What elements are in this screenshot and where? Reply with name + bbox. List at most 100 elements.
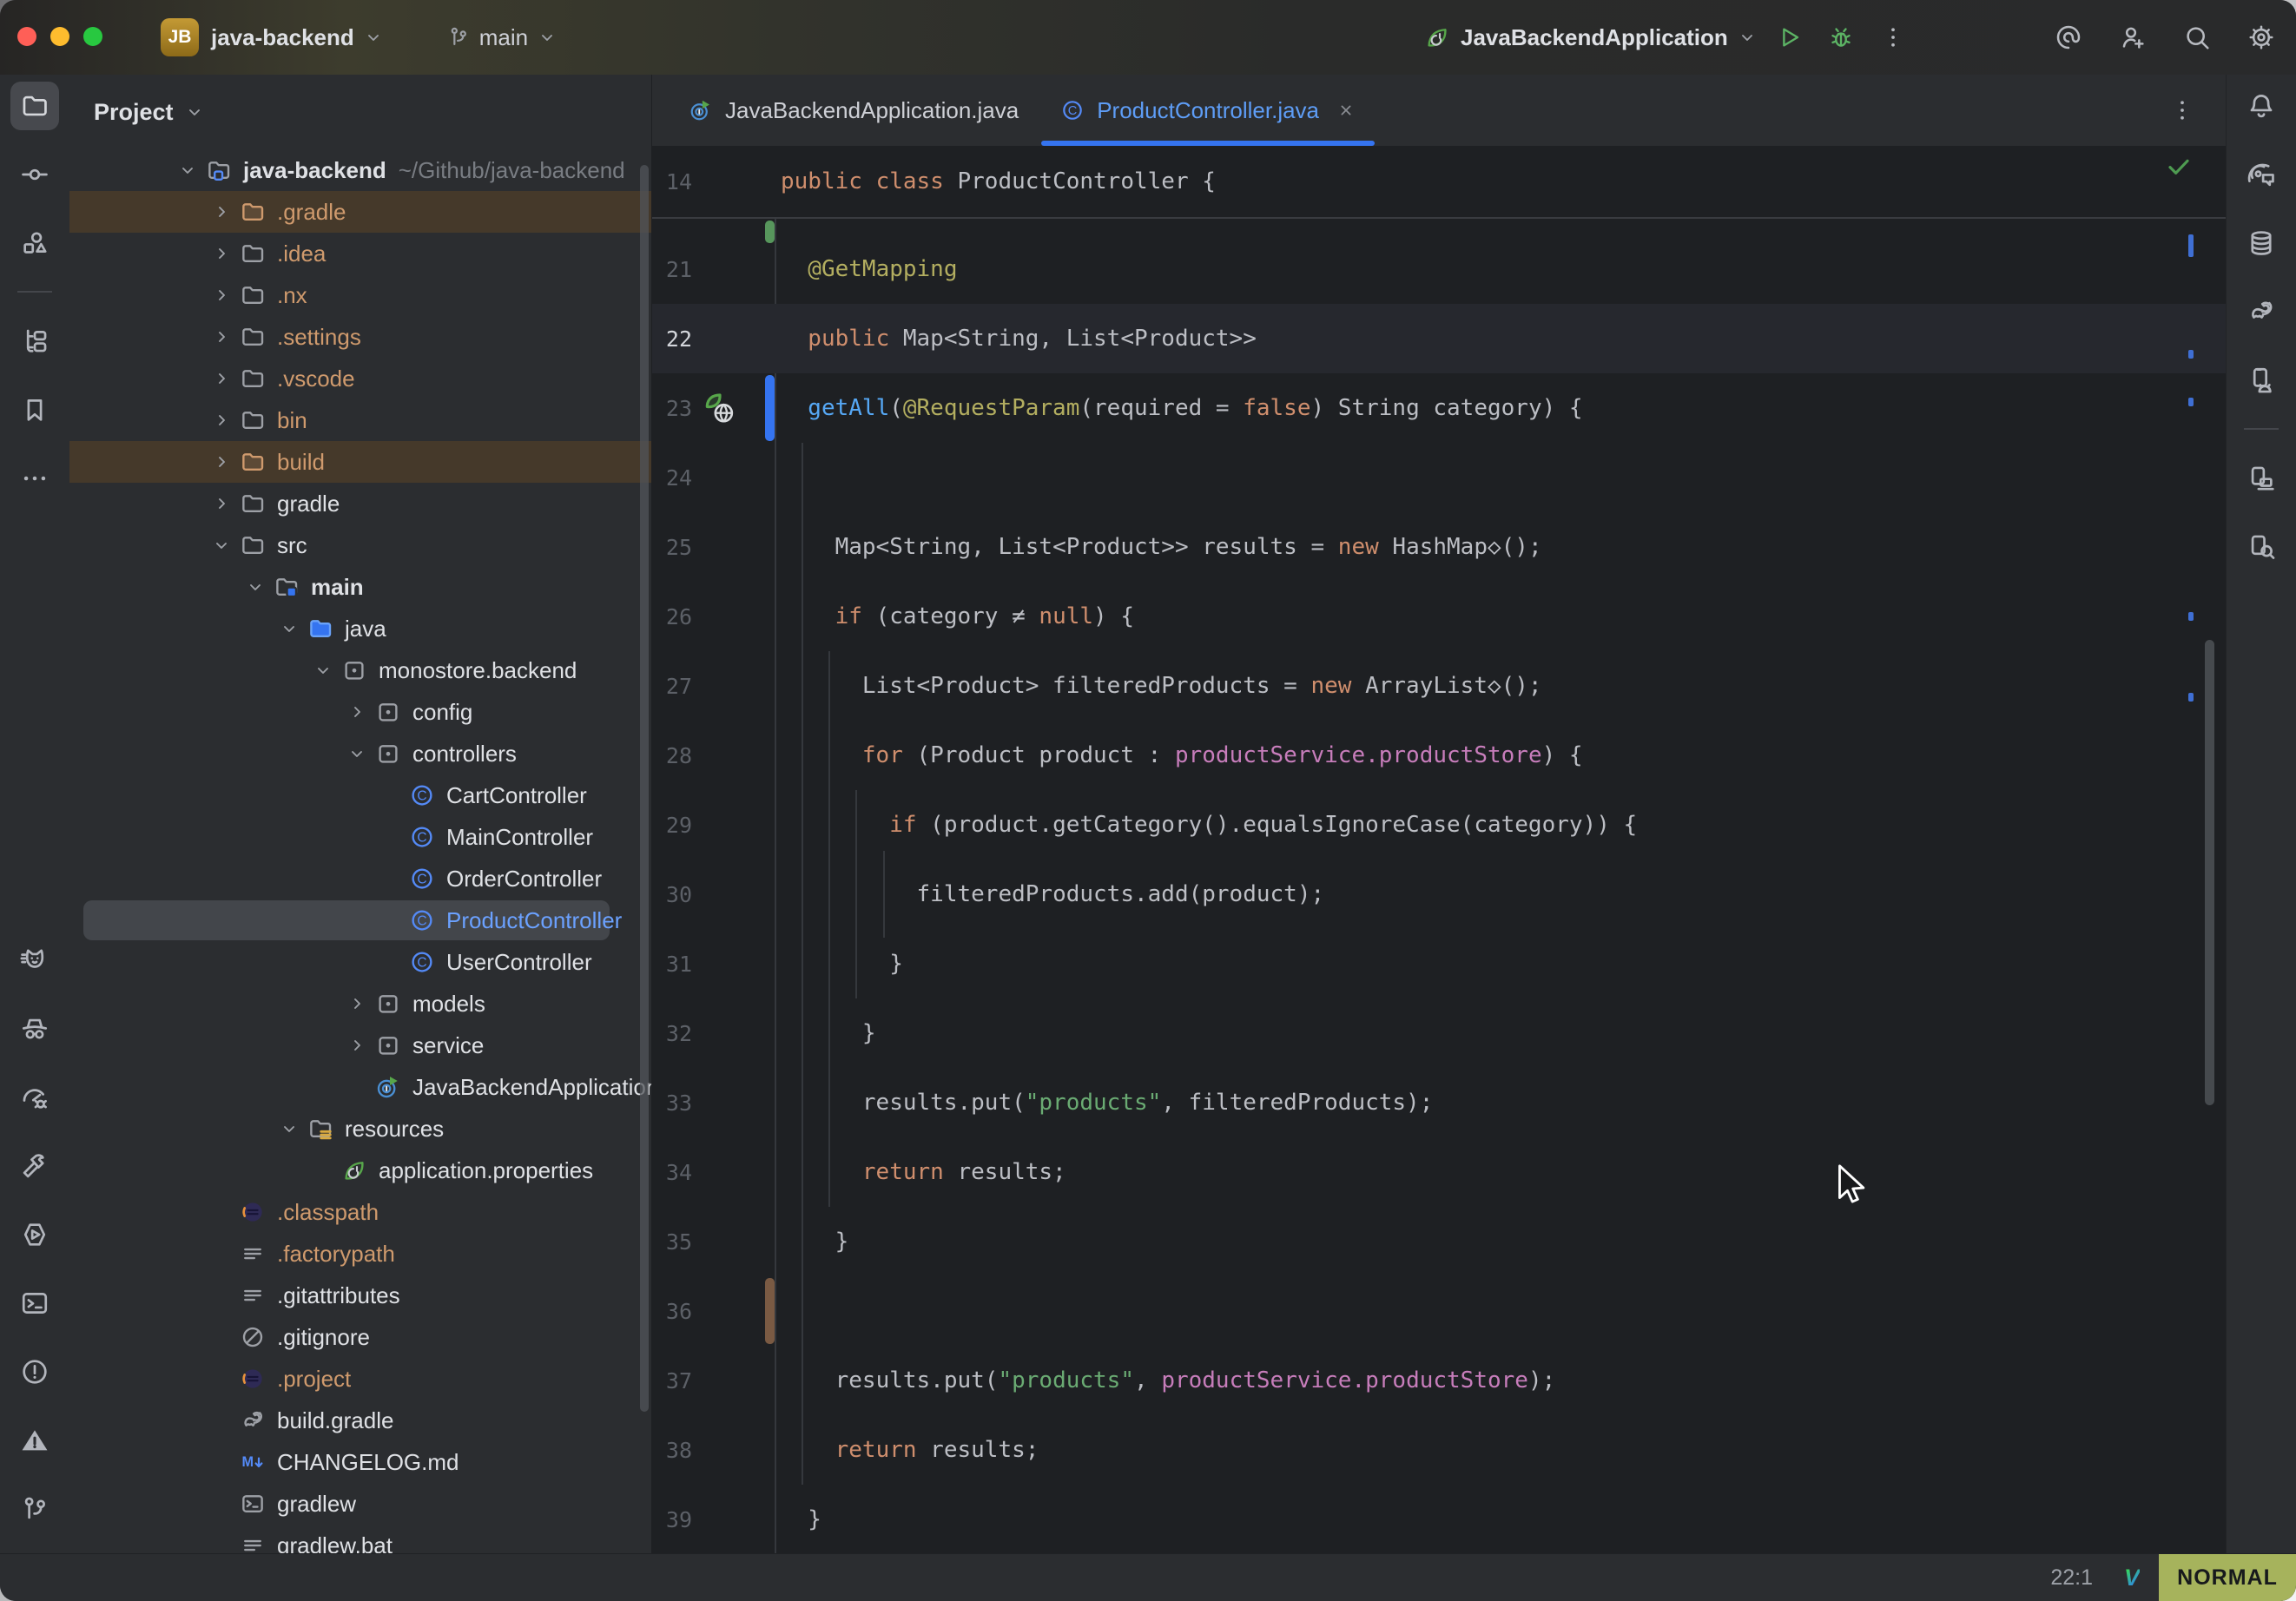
code-line-25[interactable]: 25Map<String, List<Product>> results = n… <box>652 512 2226 582</box>
chevron-right-icon[interactable] <box>208 281 235 309</box>
tree-item-CartController[interactable]: CCartController <box>69 774 651 816</box>
tree-item-models[interactable]: models <box>69 983 651 1025</box>
chevron-down-icon[interactable] <box>208 531 235 559</box>
project-avatar[interactable]: JB <box>161 18 199 56</box>
tree-item-gradlew.bat[interactable]: gradlew.bat <box>69 1525 651 1553</box>
tree-item-JavaBackendApplication[interactable]: JavaBackendApplication <box>69 1066 651 1108</box>
chevron-right-icon[interactable] <box>343 698 371 726</box>
chevron-down-icon[interactable] <box>275 615 303 642</box>
toolbar-database-icon[interactable] <box>2237 219 2286 267</box>
chevron-down-icon[interactable] <box>241 573 269 601</box>
toolbar-project-tool-icon[interactable] <box>10 82 59 130</box>
toolbar-device-android-icon[interactable] <box>2237 356 2286 405</box>
code-line-26[interactable]: 26if (category ≠ null) { <box>652 582 2226 651</box>
tree-item-build[interactable]: build <box>69 441 651 483</box>
tab-options-kebab-icon[interactable] <box>2161 89 2203 131</box>
line-number[interactable]: 14 <box>652 146 692 217</box>
close-window-button[interactable] <box>17 27 36 46</box>
toolbar-device-search-icon[interactable] <box>2237 523 2286 571</box>
line-number[interactable]: 39 <box>652 1485 692 1553</box>
chevron-right-icon[interactable] <box>208 240 235 267</box>
code-line-33[interactable]: 33results.put("products", filteredProduc… <box>652 1068 2226 1137</box>
tree-item-.gradle[interactable]: .gradle <box>69 191 651 233</box>
code-line-36[interactable]: 36 <box>652 1276 2226 1346</box>
toolbar-device-laptop-icon[interactable] <box>2237 454 2286 503</box>
project-tree-scrollbar[interactable] <box>640 165 649 1412</box>
toolbar-profiler-icon[interactable] <box>10 1073 59 1122</box>
code-line-39[interactable]: 39} <box>652 1485 2226 1553</box>
tree-item-.gitattributes[interactable]: .gitattributes <box>69 1275 651 1316</box>
tree-item-application.properties[interactable]: application.properties <box>69 1150 651 1191</box>
tree-item-CHANGELOG.md[interactable]: MCHANGELOG.md <box>69 1441 651 1483</box>
caret-position[interactable]: 22:1 <box>2050 1565 2093 1591</box>
ai-swirl-icon[interactable] <box>2048 16 2089 58</box>
close-tab-icon[interactable] <box>1336 101 1356 120</box>
toolbar-problems-icon[interactable] <box>10 1347 59 1396</box>
toolbar-more-horizontal-icon[interactable] <box>10 454 59 503</box>
tree-item-gradlew[interactable]: gradlew <box>69 1483 651 1525</box>
vcs-widget[interactable]: main <box>446 24 558 51</box>
line-number[interactable]: 23 <box>652 373 692 443</box>
line-number[interactable]: 31 <box>652 929 692 998</box>
inspections-ok-check-icon[interactable] <box>2165 153 2193 187</box>
toolbar-bookmarks-icon[interactable] <box>10 385 59 434</box>
chevron-right-icon[interactable] <box>343 1031 371 1059</box>
tree-item-MainController[interactable]: CMainController <box>69 816 651 858</box>
line-number[interactable]: 28 <box>652 721 692 790</box>
code-line-22[interactable]: 22public Map<String, List<Product>> <box>652 304 2226 373</box>
toolbar-incognito-icon[interactable] <box>10 1005 59 1053</box>
tree-item-gradle[interactable]: gradle <box>69 483 651 524</box>
line-number[interactable]: 33 <box>652 1068 692 1137</box>
toolbar-ai-assistant-chat-icon[interactable] <box>2237 150 2286 199</box>
tree-item-.classpath[interactable]: .classpath <box>69 1191 651 1233</box>
code-line-23[interactable]: 23getAll(@RequestParam(required = false)… <box>652 373 2226 443</box>
line-number[interactable]: 24 <box>652 443 692 512</box>
line-number[interactable]: 30 <box>652 860 692 929</box>
tree-item-bin[interactable]: bin <box>69 399 651 441</box>
line-number[interactable]: 21 <box>652 234 692 304</box>
tree-item-.project[interactable]: .project <box>69 1358 651 1400</box>
debug-button[interactable] <box>1820 16 1862 58</box>
tree-item-.gitignore[interactable]: .gitignore <box>69 1316 651 1358</box>
run-configuration-widget[interactable]: JavaBackendApplication <box>1461 24 1758 51</box>
editor-scrollbar[interactable] <box>2205 640 2214 1105</box>
line-number[interactable]: 32 <box>652 998 692 1068</box>
add-user-icon[interactable] <box>2112 16 2154 58</box>
line-number[interactable]: 38 <box>652 1415 692 1485</box>
toolbar-services-icon[interactable] <box>10 1210 59 1259</box>
line-number[interactable]: 26 <box>652 582 692 651</box>
code-line-30[interactable]: 30filteredProducts.add(product); <box>652 860 2226 929</box>
code-line-35[interactable]: 35} <box>652 1207 2226 1276</box>
toolbar-structure-shapes-icon[interactable] <box>10 219 59 267</box>
chevron-right-icon[interactable] <box>208 448 235 476</box>
code-line-32[interactable]: 32} <box>652 998 2226 1068</box>
tree-item-ProductController[interactable]: CProductController <box>69 899 651 941</box>
code-line-24[interactable]: 24 <box>652 443 2226 512</box>
chevron-right-icon[interactable] <box>343 990 371 1018</box>
project-widget[interactable]: java-backend <box>211 24 384 51</box>
tree-item-src[interactable]: src <box>69 524 651 566</box>
chevron-down-icon[interactable] <box>309 656 337 684</box>
tree-item-config[interactable]: config <box>69 691 651 733</box>
line-number[interactable]: 36 <box>652 1276 692 1346</box>
request-mapping-icon[interactable] <box>703 391 737 425</box>
line-number[interactable]: 35 <box>652 1207 692 1276</box>
tree-item-.settings[interactable]: .settings <box>69 316 651 358</box>
toolbar-notifications-bell-icon[interactable] <box>2237 82 2286 130</box>
toolbar-ai-cat-icon[interactable] <box>10 936 59 985</box>
settings-icon[interactable] <box>2240 16 2282 58</box>
code-line-28[interactable]: 28for (Product product : productService.… <box>652 721 2226 790</box>
tree-item-java-backend[interactable]: java-backend~/Github/java-backend <box>69 149 651 191</box>
code-line-29[interactable]: 29if (product.getCategory().equalsIgnore… <box>652 790 2226 860</box>
code-editor[interactable]: 14 public class ProductController {21@Ge… <box>652 146 2226 1553</box>
tree-item-.nx[interactable]: .nx <box>69 274 651 316</box>
project-panel-header[interactable]: Project <box>69 75 651 149</box>
tab-JavaBackendApplication.java[interactable]: JavaBackendApplication.java <box>668 75 1039 146</box>
chevron-down-icon[interactable] <box>343 740 371 768</box>
sticky-line[interactable]: 14 public class ProductController { <box>652 146 2226 219</box>
tree-item-.factorypath[interactable]: .factorypath <box>69 1233 651 1275</box>
line-number[interactable]: 34 <box>652 1137 692 1207</box>
code-line-31[interactable]: 31} <box>652 929 2226 998</box>
run-button[interactable] <box>1768 16 1810 58</box>
line-number[interactable]: 27 <box>652 651 692 721</box>
